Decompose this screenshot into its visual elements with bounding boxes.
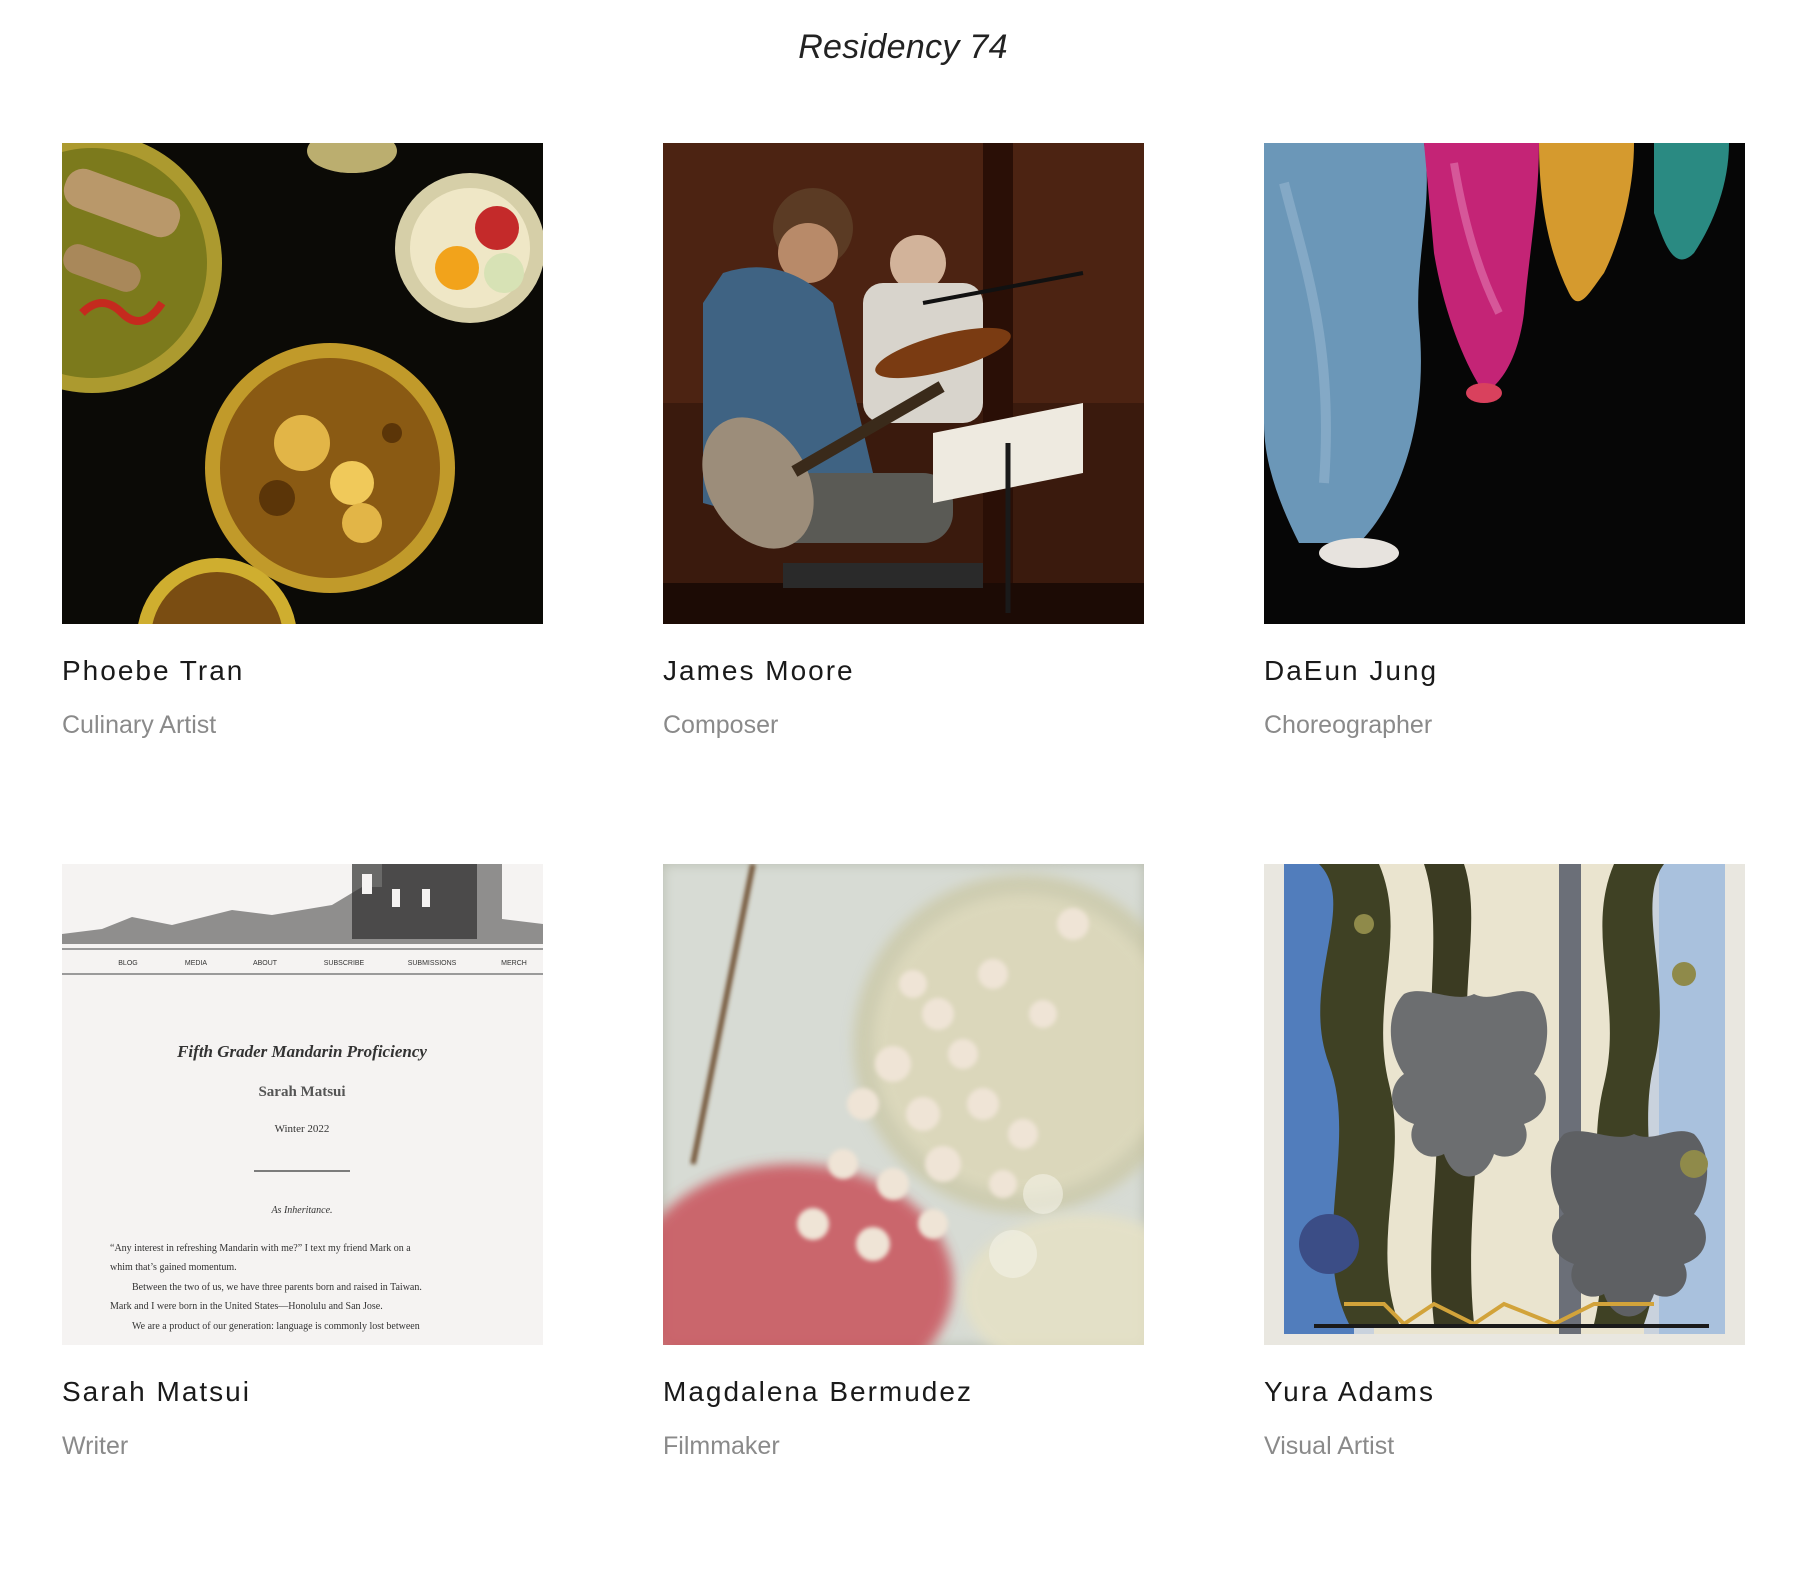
artist-card[interactable]: Yura Adams Visual Artist xyxy=(1264,864,1745,1585)
screenshot-body-line: “Any interest in refreshing Mandarin wit… xyxy=(110,1243,411,1254)
screenshot-nav-item: SUBMISSIONS xyxy=(408,960,457,967)
screenshot-nav-item: ABOUT xyxy=(253,960,278,967)
screenshot-body-line: We are a product of our generation: lang… xyxy=(132,1321,420,1332)
artist-card[interactable]: Magdalena Bermudez Filmmaker xyxy=(663,864,1144,1585)
food-bowls-image xyxy=(62,143,543,624)
artist-role: Composer xyxy=(663,711,779,739)
artist-role: Filmmaker xyxy=(663,1432,780,1460)
artist-photo-composer[interactable] xyxy=(663,143,1144,624)
screenshot-body-line: Mark and I were born in the United State… xyxy=(110,1301,383,1312)
screenshot-nav-item: SUBSCRIBE xyxy=(324,960,365,967)
guitarist-image xyxy=(663,143,1144,624)
artist-card[interactable]: DaEun Jung Choreographer xyxy=(1264,143,1745,864)
dancers-fabric-image xyxy=(1264,143,1745,624)
artist-role: Visual Artist xyxy=(1264,1432,1395,1460)
screenshot-article-title: Fifth Grader Mandarin Proficiency xyxy=(176,1042,427,1061)
artist-grid: Phoebe Tran Culinary Artist James Moore … xyxy=(62,143,1745,1585)
screenshot-date: Winter 2022 xyxy=(275,1123,330,1135)
artist-name[interactable]: Magdalena Bermudez xyxy=(663,1376,973,1408)
artist-name[interactable]: Phoebe Tran xyxy=(62,655,244,687)
artist-photo-visual-artist[interactable] xyxy=(1264,864,1745,1345)
article-screenshot-image: BLOG MEDIA ABOUT SUBSCRIBE SUBMISSIONS M… xyxy=(62,864,543,1345)
artist-name[interactable]: James Moore xyxy=(663,655,855,687)
screenshot-nav-item: BLOG xyxy=(118,960,137,967)
artist-name[interactable]: Yura Adams xyxy=(1264,1376,1435,1408)
screenshot-body-line: whim that’s gained momentum. xyxy=(110,1262,237,1273)
artist-role: Culinary Artist xyxy=(62,711,217,739)
artist-role: Writer xyxy=(62,1432,129,1460)
artist-card[interactable]: James Moore Composer xyxy=(663,143,1144,864)
artist-photo-culinary[interactable] xyxy=(62,143,543,624)
artist-card[interactable]: BLOG MEDIA ABOUT SUBSCRIBE SUBMISSIONS M… xyxy=(62,864,543,1585)
page-title: Residency 74 xyxy=(798,28,1008,66)
screenshot-author: Sarah Matsui xyxy=(258,1084,345,1100)
artist-role: Choreographer xyxy=(1264,711,1433,739)
artist-name[interactable]: DaEun Jung xyxy=(1264,655,1438,687)
artist-photo-writer[interactable]: BLOG MEDIA ABOUT SUBSCRIBE SUBMISSIONS M… xyxy=(62,864,543,1345)
screenshot-epigraph: As Inheritance. xyxy=(270,1205,332,1216)
artist-card[interactable]: Phoebe Tran Culinary Artist xyxy=(62,143,543,864)
screenshot-nav-item: MEDIA xyxy=(185,960,208,967)
artist-photo-filmmaker[interactable] xyxy=(663,864,1144,1345)
artist-photo-choreographer[interactable] xyxy=(1264,143,1745,624)
blurred-glass-flowers-image xyxy=(663,864,1144,1345)
painting-image xyxy=(1264,864,1745,1345)
artist-name[interactable]: Sarah Matsui xyxy=(62,1376,251,1408)
screenshot-nav-item: MERCH xyxy=(501,960,527,967)
screenshot-body-line: Between the two of us, we have three par… xyxy=(132,1282,422,1293)
